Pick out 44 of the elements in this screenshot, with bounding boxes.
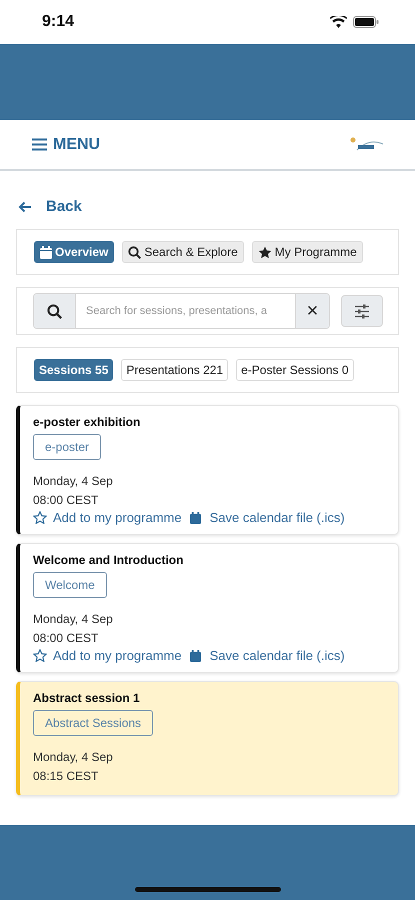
search-icon	[128, 246, 142, 258]
session-time: 08:00 CEST	[33, 630, 100, 647]
add-programme-link[interactable]: Add to my programme	[33, 510, 182, 525]
save-calendar-link[interactable]: Save calendar file (.ics)	[190, 648, 345, 663]
category-tab[interactable]: Presentations 221	[121, 359, 228, 381]
session-title: Abstract session 1	[33, 691, 141, 705]
calendar-icon	[40, 246, 52, 258]
back-link[interactable]: Back	[18, 198, 82, 215]
star-outline-icon	[33, 649, 47, 662]
tab[interactable]: Search & Explore	[122, 241, 244, 263]
sliders-icon	[354, 304, 370, 318]
session-tag: Welcome	[33, 572, 107, 598]
session-title: Welcome and Introduction	[33, 553, 184, 567]
category-tab[interactable]: Sessions 55	[34, 359, 114, 381]
status-time: 9:14	[42, 13, 74, 31]
filter-button[interactable]	[341, 295, 383, 327]
session-time: 08:15 CEST	[33, 768, 100, 785]
session-card[interactable]: e-poster exhibition e-poster Monday, 4 Sep 08:00 CEST Add to my programme Save calendar file (.ics)	[16, 405, 399, 535]
session-card[interactable]: Welcome and Introduction Welcome Monday, 4 Sep 08:00 CEST Add to my programme Save calendar file (.ics)	[16, 543, 399, 673]
add-programme-link[interactable]: Add to my programme	[33, 648, 182, 663]
menu-icon	[32, 138, 47, 151]
session-date: Monday, 4 Sep	[33, 473, 114, 490]
clear-button[interactable]: ×	[295, 294, 329, 328]
category-tab[interactable]: e-Poster Sessions 0	[236, 359, 354, 381]
menu-button[interactable]: MENU	[32, 136, 100, 154]
tab[interactable]: My Programme	[252, 241, 363, 263]
star-outline-icon	[33, 511, 47, 524]
session-card[interactable]: Abstract session 1 Abstract Sessions Monday, 4 Sep 08:15 CEST	[16, 681, 399, 796]
session-date: Monday, 4 Sep	[33, 611, 114, 628]
session-tag: e-poster	[33, 434, 102, 460]
session-time: 08:00 CEST	[33, 492, 100, 509]
search-icon	[47, 304, 62, 318]
calendar-icon	[190, 650, 201, 662]
session-title: e-poster exhibition	[33, 415, 142, 429]
arrow-left-icon	[18, 200, 32, 212]
search-field[interactable]: Search for sessions, presentations, a ×	[33, 293, 330, 329]
wifi-icon	[330, 16, 347, 28]
calendar-icon	[190, 512, 201, 524]
tab[interactable]: Overview	[34, 241, 114, 263]
save-calendar-link[interactable]: Save calendar file (.ics)	[190, 510, 345, 525]
star-icon	[258, 246, 272, 258]
session-date: Monday, 4 Sep	[33, 749, 114, 766]
session-tag: Abstract Sessions	[33, 710, 154, 736]
battery-icon	[353, 16, 379, 28]
